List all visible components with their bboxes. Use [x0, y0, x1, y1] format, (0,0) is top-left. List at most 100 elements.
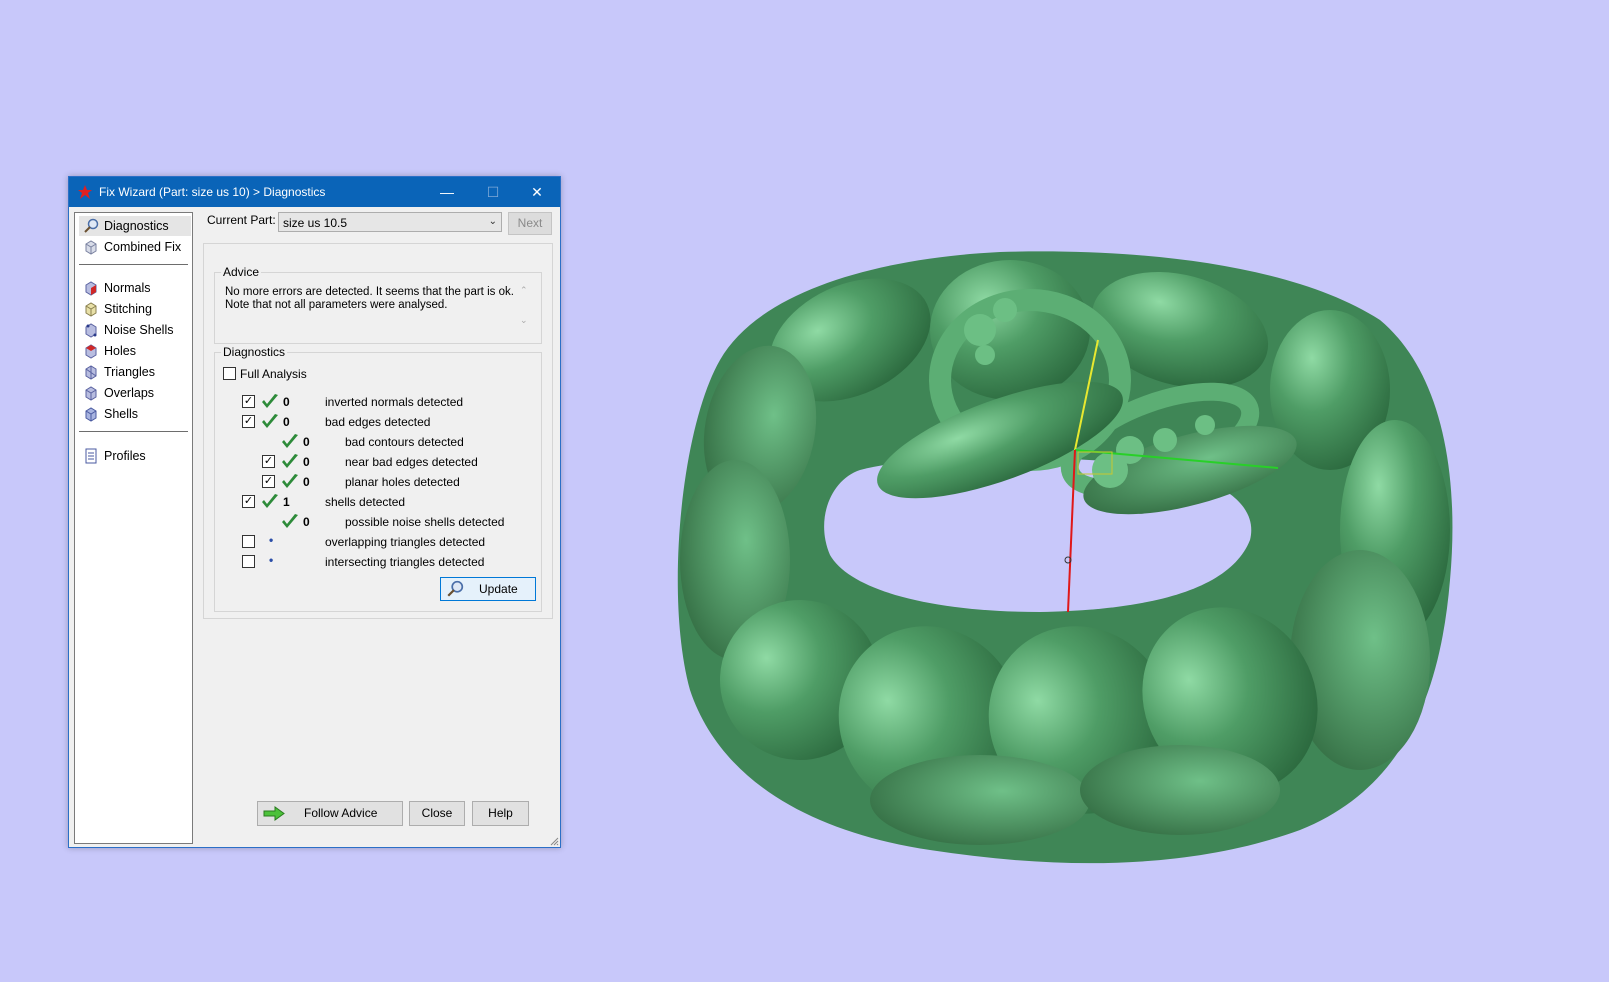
shells-cube-icon	[85, 407, 97, 422]
next-button[interactable]: Next	[508, 212, 552, 235]
minimize-button[interactable]: —	[424, 177, 470, 207]
help-button[interactable]: Help	[472, 801, 529, 826]
profiles-document-icon	[85, 448, 97, 464]
scroll-down-arrow-icon[interactable]: ⌄	[520, 315, 528, 326]
nav-label: Overlaps	[104, 386, 155, 400]
follow-advice-label: Follow Advice	[304, 806, 378, 820]
normals-cube-icon	[85, 281, 97, 296]
title-bar[interactable]: Fix Wizard (Part: size us 10) > Diagnost…	[69, 177, 560, 207]
nav-label: Noise Shells	[104, 323, 174, 337]
checkmark-icon	[262, 414, 278, 428]
chevron-down-icon: ⌄	[488, 216, 497, 227]
diagnostic-text: planar holes detected	[345, 475, 460, 489]
nav-item-stitching[interactable]: Stitching	[79, 299, 191, 319]
diagnostic-count: 0	[303, 475, 310, 489]
diagnostic-text: intersecting triangles detected	[325, 555, 485, 569]
window-title: Fix Wizard (Part: size us 10) > Diagnost…	[99, 185, 326, 199]
diagnostic-count: 0	[303, 515, 310, 529]
diagnostic-pending-dot: •	[269, 533, 274, 547]
close-window-button[interactable]: ✕	[514, 177, 560, 207]
close-button[interactable]: Close	[409, 801, 465, 826]
diagnostic-text: possible noise shells detected	[345, 515, 505, 529]
nav-divider	[79, 264, 188, 265]
cube-icon	[85, 240, 97, 255]
diagnostic-count: 0	[283, 395, 290, 409]
diagnostics-group: Diagnostics Full Analysis ✓ 0 inverted nor…	[214, 345, 542, 612]
diagnostic-row: ✓ 0 bad edges detected	[215, 413, 541, 431]
full-analysis-checkbox[interactable]	[223, 367, 236, 380]
maximize-button[interactable]: ☐	[470, 177, 516, 207]
nav-label: Normals	[104, 281, 151, 295]
diagnostic-checkbox[interactable]	[242, 535, 255, 548]
advice-title: Advice	[221, 265, 262, 279]
diagnostic-text: near bad edges detected	[345, 455, 478, 469]
checkmark-icon	[282, 474, 298, 488]
diagnostic-text: bad contours detected	[345, 435, 464, 449]
nav-item-profiles[interactable]: Profiles	[79, 446, 191, 466]
fix-wizard-dialog: Fix Wizard (Part: size us 10) > Diagnost…	[68, 176, 561, 848]
full-analysis-label: Full Analysis	[240, 367, 307, 381]
advice-text: No more errors are detected. It seems th…	[225, 286, 514, 311]
nav-label: Shells	[104, 407, 139, 421]
current-part-value: size us 10.5	[283, 216, 348, 230]
diagnostic-checkbox[interactable]: ✓	[242, 395, 255, 408]
nav-item-diagnostics[interactable]: Diagnostics	[79, 216, 191, 236]
nav-item-shells[interactable]: Shells	[79, 404, 191, 424]
scroll-up-arrow-icon[interactable]: ⌃	[520, 285, 528, 296]
diagnostic-row: 0 possible noise shells detected	[215, 513, 541, 531]
diagnostic-checkbox[interactable]: ✓	[262, 455, 275, 468]
diagnostic-text: bad edges detected	[325, 415, 431, 429]
ring-model[interactable]	[677, 251, 1453, 864]
magnifier-icon	[84, 218, 99, 233]
overlaps-cube-icon	[85, 386, 97, 401]
checkmark-icon	[282, 514, 298, 528]
checkmark-icon	[262, 494, 278, 508]
nav-item-normals[interactable]: Normals	[79, 278, 191, 298]
follow-advice-button[interactable]: Follow Advice	[257, 801, 403, 826]
magnifier-icon	[447, 580, 464, 597]
diagnostic-row: ✓ 0 near bad edges detected	[215, 453, 541, 471]
diagnostic-text: inverted normals detected	[325, 395, 464, 409]
checkmark-icon	[262, 394, 278, 408]
diagnostic-checkbox[interactable]	[242, 555, 255, 568]
noise-shells-icon	[85, 323, 97, 338]
diagnostic-pending-dot: •	[269, 553, 274, 567]
diagnostic-checkbox[interactable]: ✓	[242, 495, 255, 508]
diagnostic-row: ✓ 0 planar holes detected	[215, 473, 541, 491]
holes-cube-icon	[85, 344, 97, 359]
diagnostic-count: 0	[303, 455, 310, 469]
current-part-label: Current Part:	[207, 213, 276, 227]
diagnostic-row: ✓ 0 inverted normals detected	[215, 393, 541, 411]
nav-divider	[79, 431, 188, 432]
update-label: Update	[479, 582, 518, 596]
diagnostic-row: ✓ 1 shells detected	[215, 493, 541, 511]
diagnostic-row: • overlapping triangles detected	[215, 533, 541, 551]
diagnostic-row: 0 bad contours detected	[215, 433, 541, 451]
diagnostics-title: Diagnostics	[221, 345, 288, 359]
diagnostic-count: 1	[283, 495, 290, 509]
diagnostic-checkbox[interactable]: ✓	[262, 475, 275, 488]
stitching-cube-icon	[85, 302, 97, 317]
diagnostics-panel: Advice No more errors are detected. It s…	[203, 243, 553, 619]
nav-item-overlaps[interactable]: Overlaps	[79, 383, 191, 403]
wizard-logo-icon	[78, 185, 92, 199]
nav-label: Triangles	[104, 365, 155, 379]
diagnostic-count: 0	[303, 435, 310, 449]
nav-item-combined-fix[interactable]: Combined Fix	[79, 237, 191, 257]
update-button[interactable]: Update	[440, 577, 536, 601]
nav-item-holes[interactable]: Holes	[79, 341, 191, 361]
diagnostic-row: • intersecting triangles detected	[215, 553, 541, 571]
nav-item-noise-shells[interactable]: Noise Shells	[79, 320, 191, 340]
diagnostic-count: 0	[283, 415, 290, 429]
diagnostic-checkbox[interactable]: ✓	[242, 415, 255, 428]
advice-group: Advice No more errors are detected. It s…	[214, 265, 542, 344]
checkmark-icon	[282, 434, 298, 448]
checkmark-icon	[282, 454, 298, 468]
nav-label: Holes	[104, 344, 136, 358]
nav-item-triangles[interactable]: Triangles	[79, 362, 191, 382]
diagnostic-text: overlapping triangles detected	[325, 535, 486, 549]
triangles-cube-icon	[85, 365, 97, 380]
resize-grip-icon[interactable]	[549, 836, 559, 846]
nav-label: Stitching	[104, 302, 152, 316]
current-part-select[interactable]: size us 10.5 ⌄	[278, 212, 502, 232]
